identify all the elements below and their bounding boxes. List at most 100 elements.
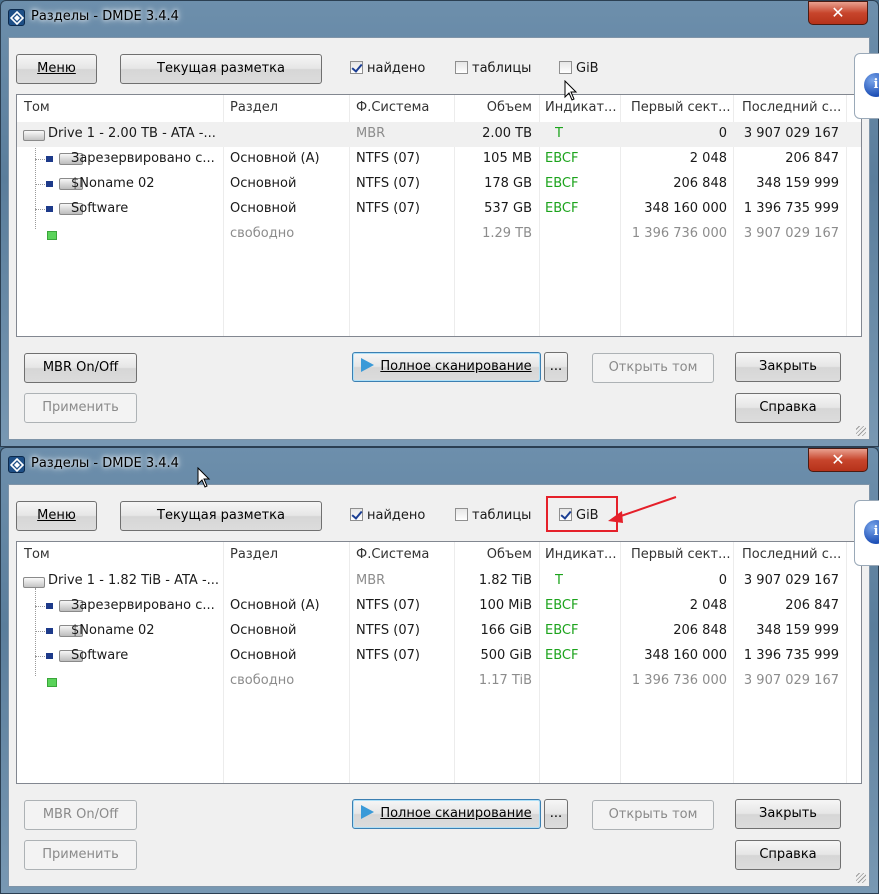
column-header-last-sector[interactable]: Последний с... [742, 100, 841, 118]
tables-checkbox[interactable]: таблицы [455, 507, 531, 525]
window-client-area: Меню Текущая разметка найдено таблицы Gi… [8, 484, 870, 887]
close-button[interactable]: Закрыть [735, 352, 841, 382]
cell-size: 1.82 TiB [478, 573, 532, 588]
cell-filesystem: NTFS (07) [356, 648, 420, 663]
open-volume-button[interactable]: Открыть том [592, 800, 714, 830]
cell-indicator: EBCF [545, 176, 579, 191]
column-header-first-sector[interactable]: Первый сект... [631, 100, 731, 118]
column-header-partition[interactable]: Раздел [230, 547, 278, 565]
open-volume-button[interactable]: Открыть том [592, 353, 714, 383]
column-header-volume[interactable]: Том [24, 100, 50, 118]
scan-options-button[interactable]: ... [544, 352, 568, 382]
table-row[interactable]: Зарезервировано с... Основной (A) NTFS (… [17, 594, 861, 619]
column-header-filesystem[interactable]: Ф.Система [356, 547, 429, 565]
scan-options-button[interactable]: ... [544, 799, 568, 829]
window-client-area: Меню Текущая разметка найдено таблицы Gi… [8, 37, 870, 440]
window-title: Разделы - DMDE 3.4.4 [31, 9, 179, 24]
window-title: Разделы - DMDE 3.4.4 [31, 456, 179, 471]
window-close-button[interactable]: ✕ [808, 1, 868, 25]
checkbox-check-icon [350, 61, 363, 74]
tables-checkbox[interactable]: таблицы [455, 60, 531, 78]
column-header-first-sector[interactable]: Первый сект... [631, 547, 731, 565]
full-scan-button[interactable]: Полное сканирование [352, 799, 541, 829]
checkbox-box-icon [455, 508, 468, 521]
help-button[interactable]: Справка [735, 840, 841, 870]
column-header-partition[interactable]: Раздел [230, 100, 278, 118]
cell-indicator: EBCF [545, 598, 579, 613]
checkbox-box-icon [559, 61, 572, 74]
column-header-volume[interactable]: Том [24, 547, 50, 565]
cell-first-sector: 0 [718, 126, 727, 141]
current-layout-button[interactable]: Текущая разметка [120, 54, 322, 84]
resize-grip[interactable] [856, 873, 866, 883]
cell-last-sector: 348 159 999 [756, 623, 839, 638]
menu-button-label: Меню [37, 61, 76, 76]
table-row[interactable]: $Noname 02 Основной NTFS (07) 178 GB EBC… [17, 172, 861, 197]
mbr-onoff-button[interactable]: MBR On/Off [24, 800, 137, 830]
info-icon[interactable]: i [864, 73, 879, 97]
column-header-last-sector[interactable]: Последний с... [742, 547, 841, 565]
partitions-table[interactable]: Том Раздел Ф.Система Объем Индикат... Пе… [16, 94, 862, 337]
column-header-indicator[interactable]: Индикат... [545, 100, 616, 118]
current-layout-button[interactable]: Текущая разметка [120, 501, 322, 531]
cell-volume: $Noname 02 [71, 176, 155, 191]
table-row[interactable]: свободно 1.17 TiB 1 396 736 000 3 907 02… [17, 669, 861, 694]
cell-volume: Зарезервировано с... [71, 598, 215, 613]
found-checkbox-label: найдено [367, 508, 426, 523]
cell-partition: Основной [230, 176, 297, 191]
cell-last-sector: 3 907 029 167 [743, 226, 839, 241]
red-annotation-arrow-icon [608, 496, 677, 523]
cell-size: 100 MiB [479, 598, 532, 613]
table-row[interactable]: Зарезервировано с... Основной (A) NTFS (… [17, 147, 861, 172]
title-bar[interactable]: Разделы - DMDE 3.4.4 ✕ [0, 447, 879, 483]
apply-button[interactable]: Применить [24, 840, 137, 870]
cell-size: 500 GiB [480, 648, 532, 663]
cell-size: 105 MB [482, 151, 532, 166]
column-header-filesystem[interactable]: Ф.Система [356, 100, 429, 118]
cell-filesystem: NTFS (07) [356, 176, 420, 191]
apply-button[interactable]: Применить [24, 393, 137, 423]
table-row[interactable]: Drive 1 - 2.00 TB - ATA -... MBR 2.00 TB… [17, 122, 861, 147]
menu-button[interactable]: Меню [16, 501, 97, 531]
column-header-size[interactable]: Объем [454, 100, 532, 118]
cell-volume: Software [71, 648, 129, 663]
table-row[interactable]: Software Основной NTFS (07) 537 GB EBCF … [17, 197, 861, 222]
column-header-size[interactable]: Объем [454, 547, 532, 565]
close-button[interactable]: Закрыть [735, 799, 841, 829]
info-icon[interactable]: i [864, 520, 879, 544]
title-bar[interactable]: Разделы - DMDE 3.4.4 ✕ [0, 0, 879, 36]
cell-partition: Основной [230, 201, 297, 216]
menu-button-label: Меню [37, 508, 76, 523]
partitions-table[interactable]: Том Раздел Ф.Система Объем Индикат... Пе… [16, 541, 862, 784]
table-row[interactable]: $Noname 02 Основной NTFS (07) 166 GiB EB… [17, 619, 861, 644]
help-button[interactable]: Справка [735, 393, 841, 423]
cell-first-sector: 348 160 000 [644, 648, 727, 663]
resize-grip[interactable] [856, 426, 866, 436]
found-checkbox[interactable]: найдено [350, 60, 425, 78]
cell-last-sector: 1 396 735 999 [743, 201, 839, 216]
mbr-onoff-button[interactable]: MBR On/Off [24, 353, 137, 383]
found-checkbox[interactable]: найдено [350, 507, 425, 525]
cell-volume: Drive 1 - 1.82 TiB - ATA -... [48, 573, 220, 588]
cell-filesystem: NTFS (07) [356, 623, 420, 638]
window-close-button[interactable]: ✕ [808, 448, 868, 472]
mouse-cursor-icon [197, 467, 211, 488]
menu-button[interactable]: Меню [16, 54, 97, 84]
checkbox-check-icon [350, 508, 363, 521]
table-row[interactable]: Drive 1 - 1.82 TiB - ATA -... MBR 1.82 T… [17, 569, 861, 594]
gib-checkbox[interactable]: GiB [559, 60, 599, 78]
cell-first-sector: 348 160 000 [644, 201, 727, 216]
dmde-app-icon [8, 9, 25, 26]
cell-filesystem: MBR [356, 573, 386, 588]
column-header-indicator[interactable]: Индикат... [545, 547, 616, 565]
cell-indicator: T [555, 126, 563, 141]
table-row[interactable]: свободно 1.29 TB 1 396 736 000 3 907 029… [17, 222, 861, 247]
cell-first-sector: 206 848 [673, 176, 727, 191]
table-row[interactable]: Software Основной NTFS (07) 500 GiB EBCF… [17, 644, 861, 669]
cell-partition: свободно [230, 673, 295, 688]
mouse-cursor-icon [564, 80, 578, 101]
tables-checkbox-label: таблицы [472, 61, 532, 76]
cell-indicator: EBCF [545, 201, 579, 216]
hard-drive-icon [23, 577, 45, 588]
full-scan-button[interactable]: Полное сканирование [352, 352, 541, 382]
